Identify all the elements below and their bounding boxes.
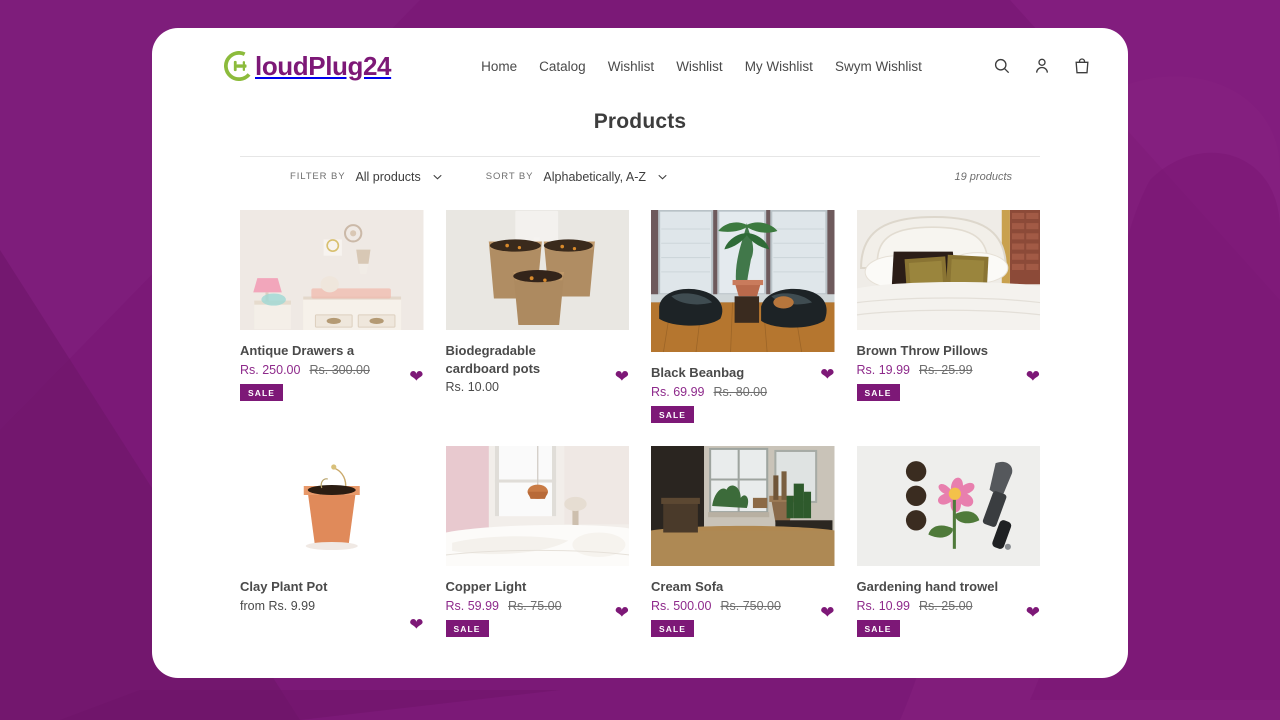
- filter-by-label: FILTER BY: [290, 171, 346, 182]
- heart-icon[interactable]: ❤: [615, 368, 629, 385]
- heart-icon[interactable]: ❤: [820, 366, 834, 383]
- product-info: Clay Plant Pot from Rs. 9.99 ❤: [240, 578, 424, 642]
- product-compare-price: Rs. 750.00: [720, 598, 781, 613]
- product-image-cardboard-pots[interactable]: [445, 210, 629, 330]
- sort-select-value: Alphabetically, A-Z: [543, 169, 647, 184]
- product-info: Black Beanbag Rs. 69.99 Rs. 80.00 SALE ❤: [651, 364, 835, 428]
- page-title: Products: [593, 110, 687, 133]
- product-price: from Rs. 9.99: [240, 598, 316, 613]
- product-price-row: Rs. 250.00 Rs. 300.00: [240, 363, 390, 377]
- product-price-row: Rs. 19.99 Rs. 25.99: [857, 363, 1007, 377]
- product-price-row: from Rs. 9.99: [240, 599, 390, 613]
- heart-icon[interactable]: ❤: [409, 368, 423, 385]
- product-count: 19 products: [954, 170, 1012, 183]
- chevron-down-icon: [433, 174, 442, 180]
- product-compare-price: Rs. 80.00: [713, 384, 768, 399]
- product-image-trowel-flower-flatlay[interactable]: [856, 446, 1040, 566]
- product-title: Cream Sofa: [651, 579, 724, 594]
- product-price-row: Rs. 59.99 Rs. 75.00: [446, 599, 596, 613]
- product-image-living-room-cactus[interactable]: [651, 446, 835, 566]
- nav-item-wishlist-2[interactable]: Wishlist: [676, 59, 723, 74]
- sale-badge: SALE: [651, 619, 695, 637]
- product-card[interactable]: Cream Sofa Rs. 500.00 Rs. 750.00 SALE ❤: [651, 446, 835, 642]
- product-info: Biodegradable cardboard pots Rs. 10.00 ❤: [446, 342, 630, 406]
- product-info: Gardening hand trowel Rs. 10.99 Rs. 25.0…: [856, 578, 1040, 642]
- nav-item-catalog[interactable]: Catalog: [539, 59, 586, 74]
- product-compare-price: Rs. 300.00: [309, 362, 370, 377]
- collection-toolbar: FILTER BY All products SORT BY Alphabeti…: [240, 156, 1040, 196]
- product-compare-price: Rs. 25.99: [919, 362, 973, 377]
- sort-by-label: SORT BY: [485, 171, 534, 182]
- product-price: Rs. 500.00: [651, 598, 712, 613]
- product-price-row: Rs. 500.00 Rs. 750.00: [651, 599, 801, 613]
- product-price-row: Rs. 10.99 Rs. 25.00: [857, 599, 1007, 613]
- product-title: Gardening hand trowel: [856, 579, 999, 594]
- product-info: Brown Throw Pillows Rs. 19.99 Rs. 25.99 …: [856, 342, 1040, 406]
- heart-icon[interactable]: ❤: [409, 616, 423, 633]
- site-header: loudPlug24 Home Catalog Wishlist Wishlis…: [152, 28, 1128, 104]
- product-info: Copper Light Rs. 59.99 Rs. 75.00 SALE ❤: [445, 578, 629, 642]
- product-info: Cream Sofa Rs. 500.00 Rs. 750.00 SALE ❤: [651, 578, 835, 642]
- filter-select-value: All products: [355, 169, 421, 184]
- product-image-clay-plant-pot[interactable]: [240, 446, 424, 566]
- heart-icon[interactable]: ❤: [615, 604, 629, 621]
- nav-item-swym-wishlist[interactable]: Swym Wishlist: [835, 59, 922, 74]
- heart-icon[interactable]: ❤: [1026, 604, 1040, 621]
- product-card[interactable]: Brown Throw Pillows Rs. 19.99 Rs. 25.99 …: [856, 210, 1040, 428]
- heart-icon[interactable]: ❤: [1026, 368, 1040, 385]
- product-card[interactable]: Copper Light Rs. 59.99 Rs. 75.00 SALE ❤: [445, 446, 629, 642]
- site-logo[interactable]: loudPlug24: [224, 46, 392, 86]
- chevron-down-icon: [658, 174, 667, 180]
- cart-icon[interactable]: [1072, 56, 1092, 76]
- product-title: Biodegradable cardboard pots: [445, 343, 541, 376]
- product-image-bedroom-copper-light[interactable]: [445, 446, 629, 566]
- product-card[interactable]: Black Beanbag Rs. 69.99 Rs. 80.00 SALE ❤: [651, 210, 835, 428]
- logo-wordmark: loudPlug24: [255, 51, 392, 81]
- product-price: Rs. 69.99: [651, 384, 705, 399]
- sale-badge: SALE: [856, 619, 900, 637]
- product-title: Copper Light: [445, 579, 527, 594]
- header-actions: [992, 56, 1092, 76]
- cloud-plug-logo-icon: [224, 51, 254, 81]
- sale-badge: SALE: [445, 619, 489, 637]
- storefront-window: loudPlug24 Home Catalog Wishlist Wishlis…: [152, 28, 1128, 678]
- product-price: Rs. 59.99: [445, 598, 500, 613]
- product-price: Rs. 19.99: [856, 362, 911, 377]
- product-price: Rs. 10.99: [856, 598, 911, 613]
- search-icon[interactable]: [992, 56, 1012, 76]
- product-card[interactable]: Antique Drawers a Rs. 250.00 Rs. 300.00 …: [240, 210, 424, 428]
- product-image-black-beanbag-room[interactable]: [651, 210, 835, 352]
- product-compare-price: Rs. 25.00: [919, 598, 973, 613]
- heart-icon[interactable]: ❤: [820, 604, 834, 621]
- product-title: Antique Drawers a: [240, 343, 355, 358]
- filter-select[interactable]: All products: [355, 169, 442, 184]
- sort-select[interactable]: Alphabetically, A-Z: [543, 170, 667, 184]
- product-info: Antique Drawers a Rs. 250.00 Rs. 300.00 …: [240, 342, 424, 406]
- product-price: Rs. 10.00: [445, 380, 500, 395]
- product-title: Brown Throw Pillows: [856, 343, 988, 358]
- product-card[interactable]: Gardening hand trowel Rs. 10.99 Rs. 25.0…: [856, 446, 1040, 642]
- product-price-row: Rs. 10.00: [446, 380, 596, 394]
- nav-item-wishlist-1[interactable]: Wishlist: [608, 59, 655, 74]
- product-card[interactable]: Clay Plant Pot from Rs. 9.99 ❤: [240, 446, 424, 642]
- product-title: Black Beanbag: [651, 365, 745, 380]
- account-icon[interactable]: [1032, 56, 1052, 76]
- product-price: Rs. 250.00: [240, 362, 301, 377]
- sale-badge: SALE: [856, 383, 900, 401]
- nav-item-home[interactable]: Home: [481, 59, 517, 74]
- sale-badge: SALE: [240, 383, 284, 401]
- main-navigation: Home Catalog Wishlist Wishlist My Wishli…: [481, 59, 922, 74]
- product-image-bed-with-pillows[interactable]: [856, 210, 1040, 330]
- product-image-nursery-dresser[interactable]: [240, 210, 424, 330]
- sale-badge: SALE: [651, 405, 695, 423]
- product-compare-price: Rs. 75.00: [508, 598, 562, 613]
- sort-group: SORT BY Alphabetically, A-Z: [486, 170, 667, 184]
- product-title: Clay Plant Pot: [240, 579, 328, 594]
- product-grid: Antique Drawers a Rs. 250.00 Rs. 300.00 …: [240, 210, 1040, 642]
- product-price-row: Rs. 69.99 Rs. 80.00: [651, 385, 801, 399]
- filter-group: FILTER BY All products: [290, 170, 442, 184]
- nav-item-my-wishlist[interactable]: My Wishlist: [745, 59, 813, 74]
- product-card[interactable]: Biodegradable cardboard pots Rs. 10.00 ❤: [445, 210, 630, 428]
